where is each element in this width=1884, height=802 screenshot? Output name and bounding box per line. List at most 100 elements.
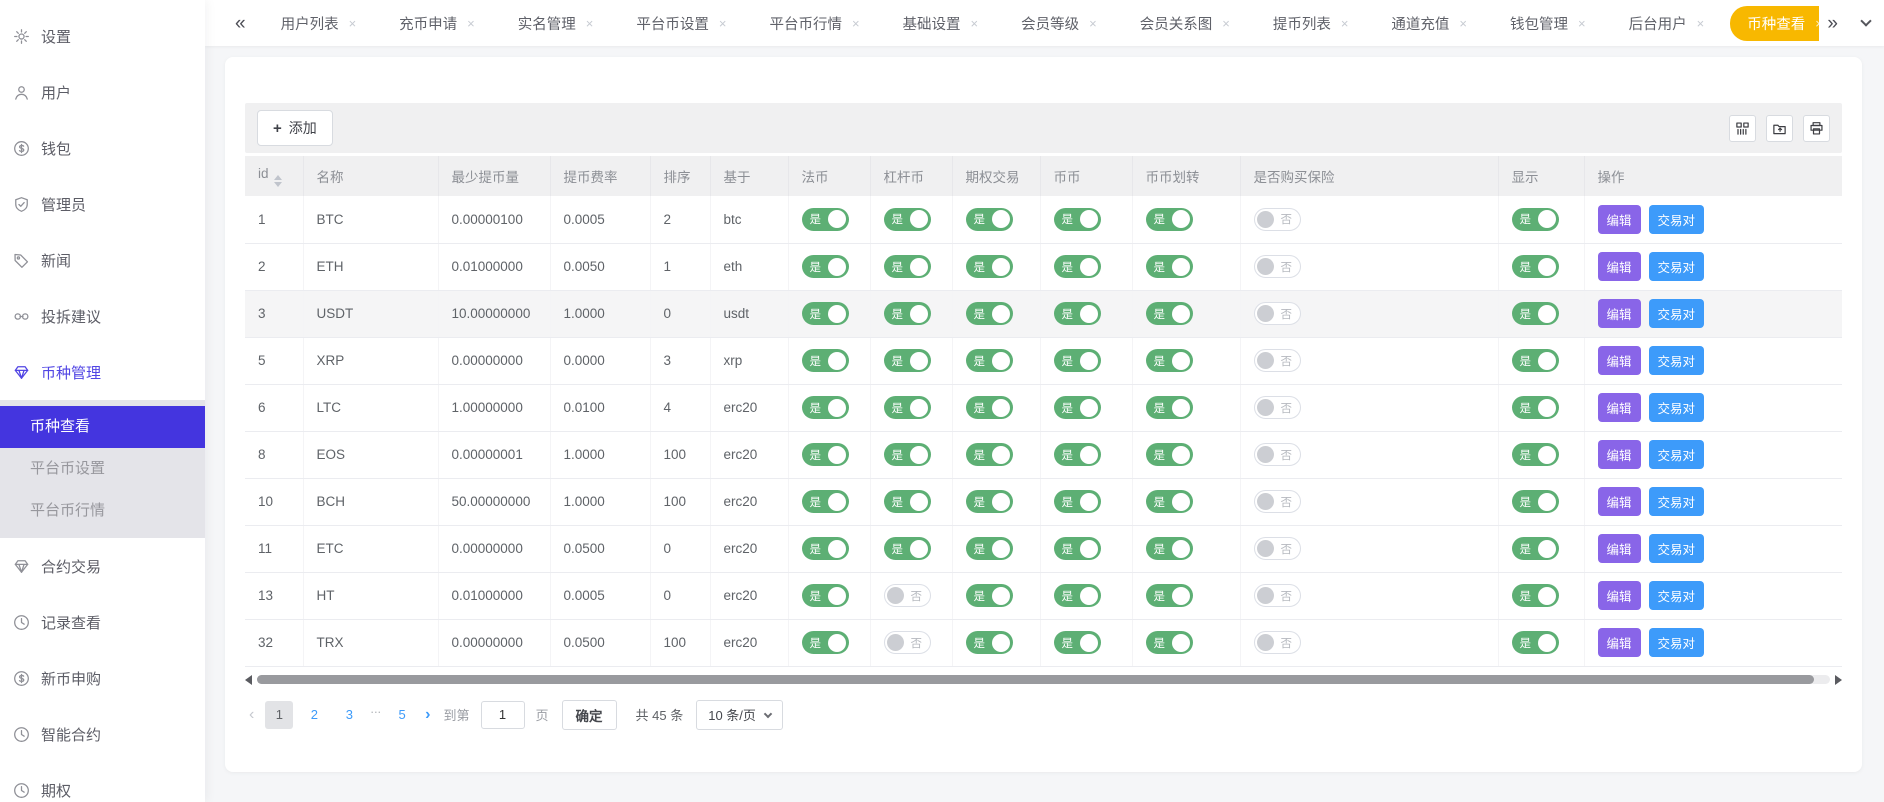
edit-button[interactable]: 编辑	[1598, 628, 1641, 657]
visible-toggle[interactable]: 是	[1512, 302, 1559, 325]
insurance-toggle[interactable]: 否	[1254, 537, 1301, 560]
visible-toggle[interactable]: 是	[1512, 490, 1559, 513]
tab-提币列表[interactable]: 提币列表×	[1256, 6, 1366, 41]
trade-pair-button[interactable]: 交易对	[1649, 440, 1705, 469]
transfer-toggle[interactable]: 是	[1146, 349, 1193, 372]
option-toggle[interactable]: 是	[966, 631, 1013, 654]
visible-toggle[interactable]: 是	[1512, 631, 1559, 654]
edit-button[interactable]: 编辑	[1598, 252, 1641, 281]
tab-close-icon[interactable]: ×	[971, 17, 979, 30]
page-size-select[interactable]: 10 条/页	[696, 700, 783, 730]
option-toggle[interactable]: 是	[966, 255, 1013, 278]
page-button-1[interactable]: 1	[265, 701, 293, 729]
option-toggle[interactable]: 是	[966, 584, 1013, 607]
sort-carets-icon[interactable]	[274, 175, 282, 187]
option-toggle[interactable]: 是	[966, 490, 1013, 513]
trade-pair-button[interactable]: 交易对	[1649, 628, 1705, 657]
option-toggle[interactable]: 是	[966, 537, 1013, 560]
visible-toggle[interactable]: 是	[1512, 584, 1559, 607]
tab-close-icon[interactable]: ×	[1459, 17, 1467, 30]
tab-通道充值[interactable]: 通道充值×	[1374, 6, 1484, 41]
visible-toggle[interactable]: 是	[1512, 396, 1559, 419]
coin-toggle[interactable]: 是	[1054, 396, 1101, 419]
sidebar-subitem[interactable]: 币种查看	[0, 406, 205, 448]
edit-button[interactable]: 编辑	[1598, 393, 1641, 422]
fiat-toggle[interactable]: 是	[802, 255, 849, 278]
transfer-toggle[interactable]: 是	[1146, 302, 1193, 325]
transfer-toggle[interactable]: 是	[1146, 255, 1193, 278]
option-toggle[interactable]: 是	[966, 302, 1013, 325]
fiat-toggle[interactable]: 是	[802, 302, 849, 325]
sidebar-item-feedback[interactable]: 投拆建议	[0, 288, 205, 344]
trade-pair-button[interactable]: 交易对	[1649, 534, 1705, 563]
tab-实名管理[interactable]: 实名管理×	[501, 6, 611, 41]
trade-pair-button[interactable]: 交易对	[1649, 205, 1705, 234]
edit-button[interactable]: 编辑	[1598, 534, 1641, 563]
scroll-left-arrow-icon[interactable]	[245, 675, 252, 685]
sidebar-item-settings[interactable]: 设置	[0, 8, 205, 64]
confirm-button[interactable]: 确定	[562, 700, 617, 730]
scrollbar-thumb[interactable]	[257, 675, 1814, 684]
tab-close-icon[interactable]: ×	[852, 17, 860, 30]
transfer-toggle[interactable]: 是	[1146, 537, 1193, 560]
leverage-toggle[interactable]: 否	[884, 631, 931, 654]
leverage-toggle[interactable]: 是	[884, 396, 931, 419]
scroll-right-arrow-icon[interactable]	[1835, 675, 1842, 685]
leverage-toggle[interactable]: 是	[884, 302, 931, 325]
leverage-toggle[interactable]: 是	[884, 443, 931, 466]
sidebar-item-coin-manage[interactable]: 币种管理	[0, 344, 205, 400]
visible-toggle[interactable]: 是	[1512, 537, 1559, 560]
sidebar-item-wallet[interactable]: 钱包	[0, 120, 205, 176]
insurance-toggle[interactable]: 否	[1254, 443, 1301, 466]
fiat-toggle[interactable]: 是	[802, 349, 849, 372]
page-button-5[interactable]: 5	[388, 701, 416, 729]
tab-close-icon[interactable]: ×	[719, 17, 727, 30]
sidebar-item-admins[interactable]: 管理员	[0, 176, 205, 232]
tab-close-icon[interactable]: ×	[1815, 17, 1819, 30]
transfer-toggle[interactable]: 是	[1146, 631, 1193, 654]
sidebar-item-smart-contract[interactable]: 智能合约	[0, 706, 205, 762]
page-button-2[interactable]: 2	[300, 701, 328, 729]
edit-button[interactable]: 编辑	[1598, 346, 1641, 375]
option-toggle[interactable]: 是	[966, 443, 1013, 466]
tab-会员关系图[interactable]: 会员关系图×	[1123, 6, 1247, 41]
sidebar-item-records[interactable]: 记录查看	[0, 594, 205, 650]
tab-close-icon[interactable]: ×	[586, 17, 594, 30]
fiat-toggle[interactable]: 是	[802, 584, 849, 607]
tabs-more-chevron-down-icon[interactable]	[1860, 15, 1871, 26]
tab-close-icon[interactable]: ×	[1089, 17, 1097, 30]
coin-toggle[interactable]: 是	[1054, 631, 1101, 654]
print-button[interactable]	[1803, 115, 1830, 142]
fiat-toggle[interactable]: 是	[802, 443, 849, 466]
insurance-toggle[interactable]: 否	[1254, 396, 1301, 419]
coin-toggle[interactable]: 是	[1054, 443, 1101, 466]
tab-close-icon[interactable]: ×	[1341, 17, 1349, 30]
trade-pair-button[interactable]: 交易对	[1649, 252, 1705, 281]
tabs-scroll-right-icon[interactable]: »	[1827, 14, 1838, 33]
edit-button[interactable]: 编辑	[1598, 299, 1641, 328]
option-toggle[interactable]: 是	[966, 349, 1013, 372]
insurance-toggle[interactable]: 否	[1254, 584, 1301, 607]
coin-toggle[interactable]: 是	[1054, 349, 1101, 372]
next-page-icon[interactable]: ›	[425, 706, 430, 724]
tab-充币申请[interactable]: 充币申请×	[382, 6, 492, 41]
transfer-toggle[interactable]: 是	[1146, 443, 1193, 466]
edit-button[interactable]: 编辑	[1598, 440, 1641, 469]
insurance-toggle[interactable]: 否	[1254, 208, 1301, 231]
tab-后台用户[interactable]: 后台用户×	[1612, 6, 1722, 41]
transfer-toggle[interactable]: 是	[1146, 396, 1193, 419]
tab-close-icon[interactable]: ×	[1222, 17, 1230, 30]
option-toggle[interactable]: 是	[966, 396, 1013, 419]
tab-close-icon[interactable]: ×	[467, 17, 475, 30]
tab-平台币行情[interactable]: 平台币行情×	[752, 6, 876, 41]
coin-toggle[interactable]: 是	[1054, 255, 1101, 278]
sidebar-item-news[interactable]: 新闻	[0, 232, 205, 288]
column-settings-button[interactable]	[1729, 115, 1756, 142]
tab-平台币设置[interactable]: 平台币设置×	[619, 6, 743, 41]
add-button[interactable]: + 添加	[257, 110, 333, 146]
sidebar-item-new-coin[interactable]: 新币申购	[0, 650, 205, 706]
fiat-toggle[interactable]: 是	[802, 208, 849, 231]
trade-pair-button[interactable]: 交易对	[1649, 299, 1705, 328]
page-button-3[interactable]: 3	[335, 701, 363, 729]
tab-close-icon[interactable]: ×	[349, 17, 357, 30]
